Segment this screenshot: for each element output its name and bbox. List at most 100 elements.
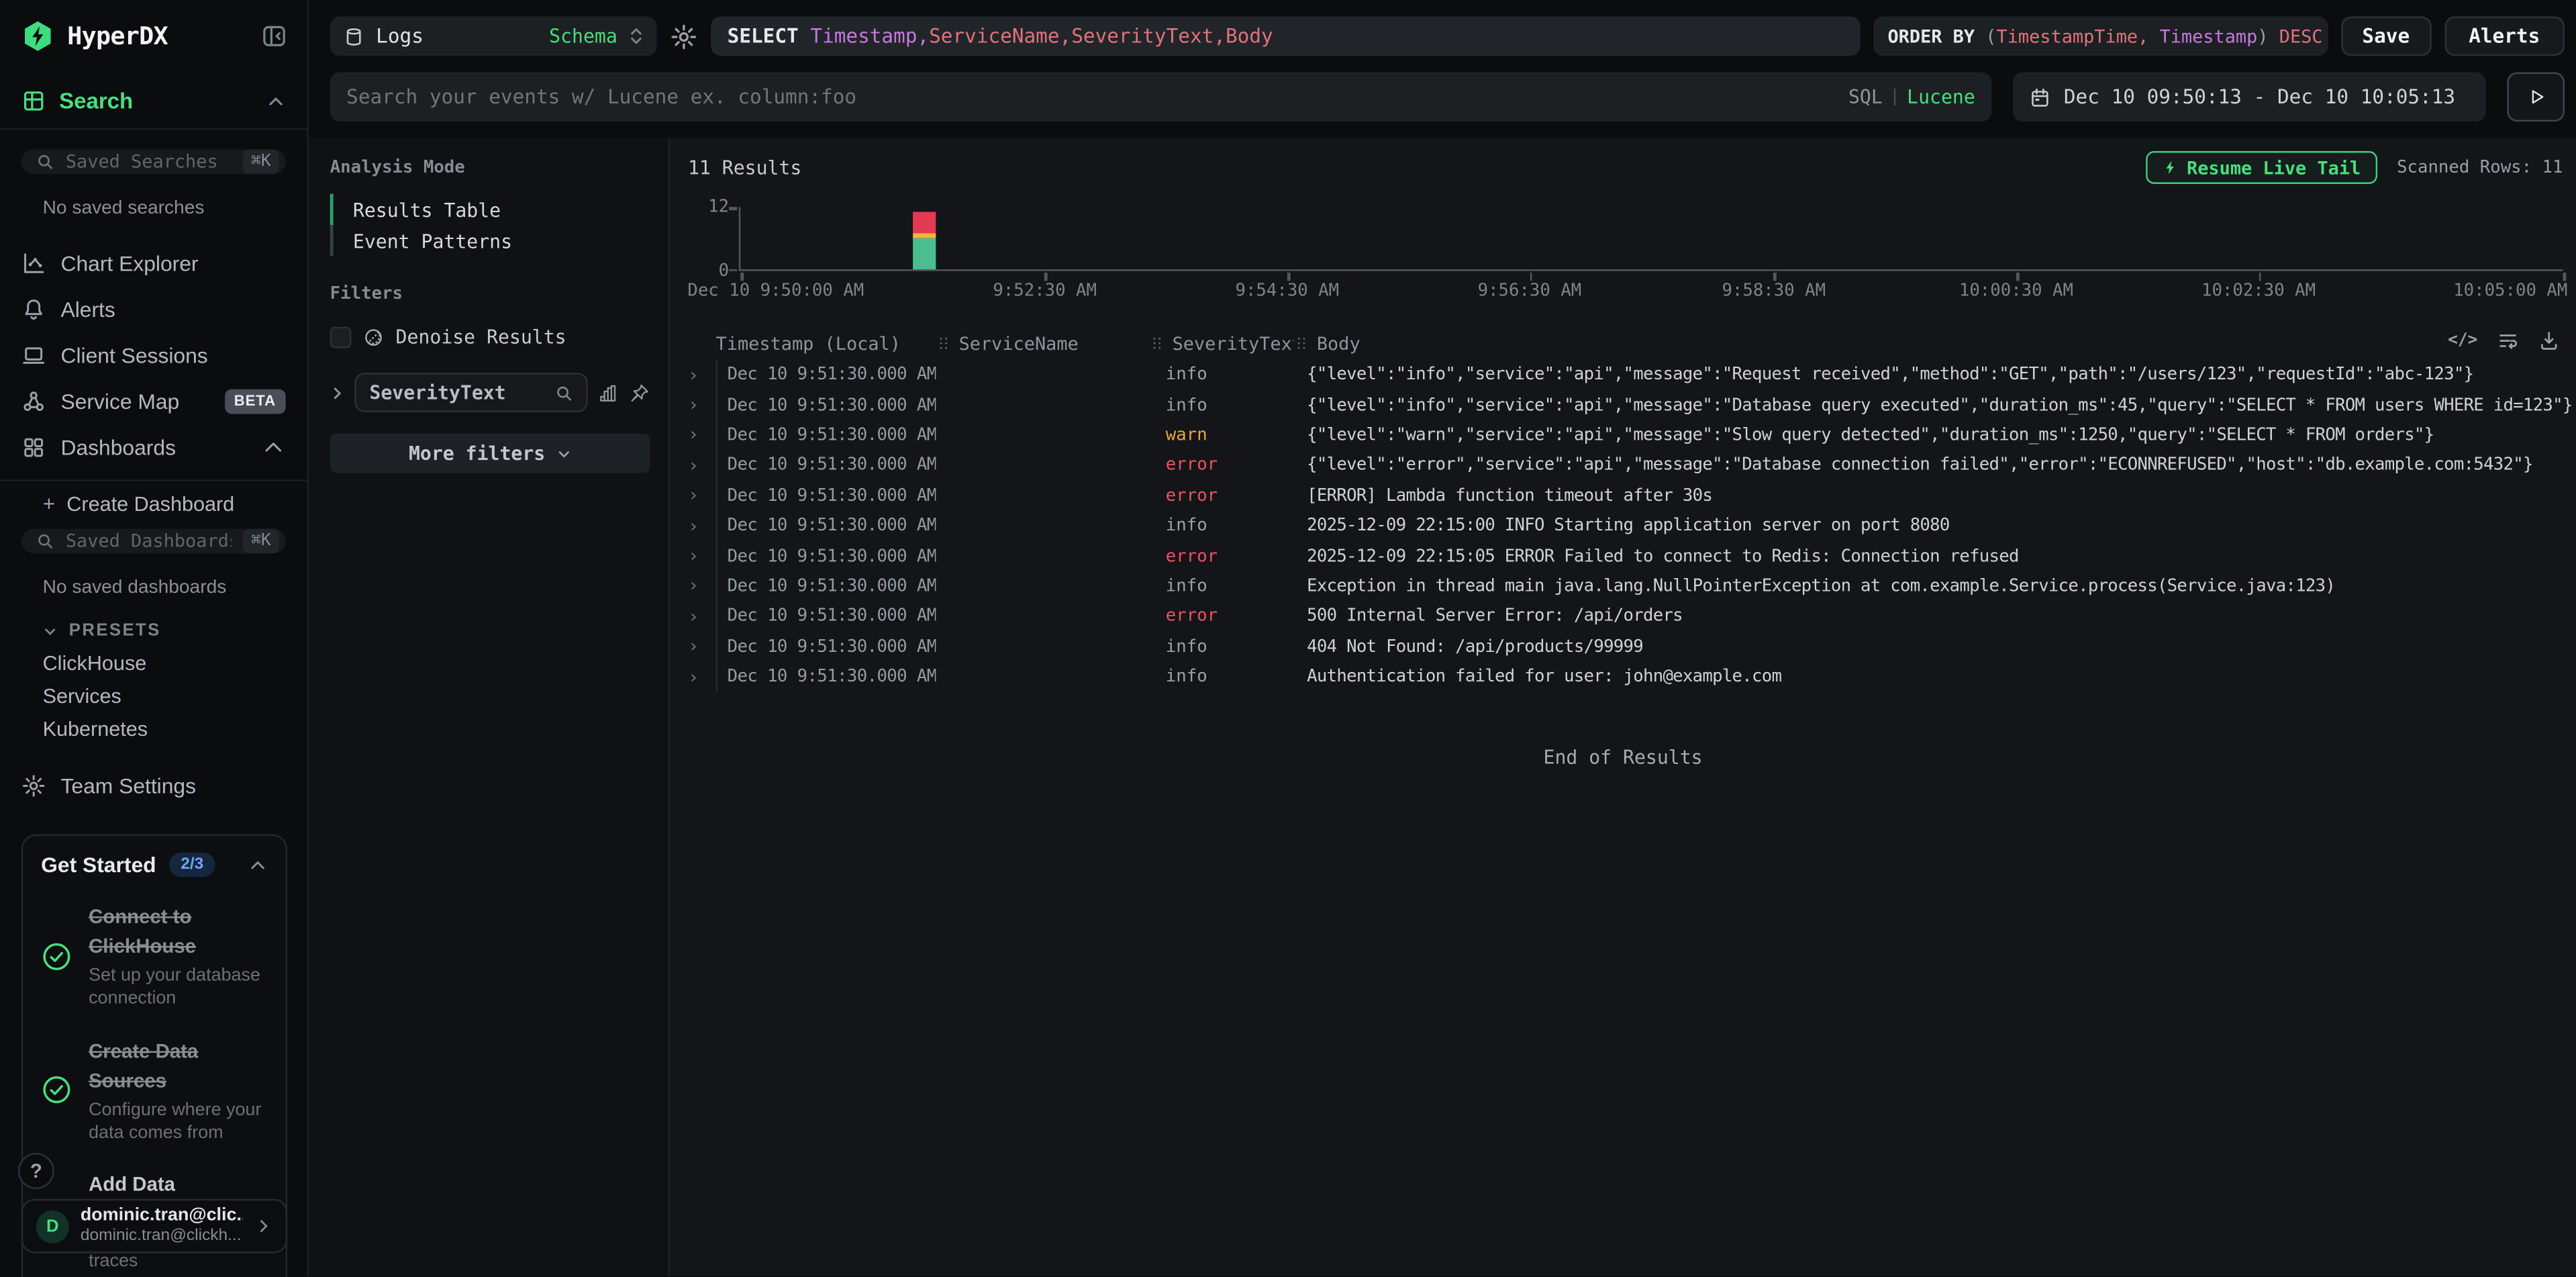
row-expand-chevron[interactable]: › bbox=[670, 485, 715, 506]
column-header-servicename[interactable]: ServiceName bbox=[936, 332, 1149, 354]
chevron-up-icon[interactable] bbox=[248, 855, 267, 874]
topbar: Logs Schema SELECT Timestamp,ServiceName… bbox=[309, 0, 2576, 138]
saved-dashboards-placeholder: Saved Dashboards bbox=[66, 530, 232, 552]
download-icon[interactable] bbox=[2538, 330, 2560, 352]
cell-body: {"level":"warn","service":"api","message… bbox=[1294, 425, 2576, 444]
chevron-right-icon[interactable] bbox=[330, 385, 345, 400]
event-search-input[interactable]: Search your events w/ Lucene ex. column:… bbox=[330, 73, 1992, 122]
cell-timestamp: Dec 10 9:51:30.000 AM bbox=[716, 571, 936, 602]
sidebar-item-client-sessions[interactable]: Client Sessions bbox=[0, 332, 307, 377]
filter-group-severitytext: SeverityText bbox=[330, 373, 650, 412]
table-row[interactable]: ›Dec 10 9:51:30.000 AMwarn{"level":"warn… bbox=[670, 420, 2576, 451]
code-view-icon[interactable]: </> bbox=[2448, 332, 2477, 350]
row-expand-chevron[interactable]: › bbox=[670, 545, 715, 567]
denoise-label: Denoise Results bbox=[396, 325, 566, 348]
preset-item-kubernetes[interactable]: Kubernetes bbox=[0, 713, 307, 746]
chart-explorer-icon bbox=[21, 250, 46, 275]
results-count: 11 Results bbox=[688, 156, 801, 179]
sidebar-item-team-settings[interactable]: Team Settings bbox=[0, 773, 307, 798]
table-row[interactable]: ›Dec 10 9:51:30.000 AMerror{"level":"err… bbox=[670, 451, 2576, 481]
table-row[interactable]: ›Dec 10 9:51:30.000 AMinfo404 Not Found:… bbox=[670, 632, 2576, 662]
row-expand-chevron[interactable]: › bbox=[670, 394, 715, 416]
pin-icon[interactable] bbox=[629, 382, 650, 404]
search-table-icon bbox=[21, 89, 46, 113]
x-axis-tick bbox=[2259, 272, 2261, 280]
run-query-button[interactable] bbox=[2507, 73, 2565, 122]
sidebar-item-alerts[interactable]: Alerts bbox=[0, 286, 307, 332]
table-row[interactable]: ›Dec 10 9:51:30.000 AMinfoException in t… bbox=[670, 571, 2576, 602]
table-row[interactable]: ›Dec 10 9:51:30.000 AMerror2025-12-09 22… bbox=[670, 541, 2576, 571]
sidebar-item-dashboards[interactable]: Dashboards bbox=[0, 424, 307, 469]
select-columns-input[interactable]: SELECT Timestamp,ServiceName,SeverityTex… bbox=[711, 16, 1860, 56]
preset-item-clickhouse[interactable]: ClickHouse bbox=[0, 647, 307, 680]
get-started-step[interactable]: Connect to ClickHouseSet up your databas… bbox=[41, 902, 268, 1011]
cell-severity: error bbox=[1149, 546, 1293, 565]
filter-group-search[interactable]: SeverityText bbox=[354, 373, 587, 412]
sidebar-search-label: Search bbox=[59, 89, 133, 113]
more-filters-label: More filters bbox=[409, 442, 545, 465]
lang-toggle-lucene[interactable]: Lucene bbox=[1907, 85, 1975, 108]
bar-segment-error bbox=[913, 212, 936, 233]
sidebar-collapse-icon[interactable] bbox=[261, 23, 287, 49]
histogram-bar[interactable] bbox=[913, 212, 936, 269]
alerts-button[interactable]: Alerts bbox=[2444, 16, 2565, 56]
saved-searches-placeholder: Saved Searches bbox=[66, 151, 232, 173]
table-row[interactable]: ›Dec 10 9:51:30.000 AMinfo2025-12-09 22:… bbox=[670, 511, 2576, 541]
save-button[interactable]: Save bbox=[2341, 16, 2431, 56]
resume-live-tail-label: Resume Live Tail bbox=[2187, 157, 2361, 179]
wrap-lines-icon[interactable] bbox=[2497, 330, 2519, 352]
x-axis-tick bbox=[2563, 272, 2566, 280]
analysis-mode-event-patterns[interactable]: Event Patterns bbox=[330, 225, 650, 256]
get-started-step[interactable]: Create Data SourcesConfigure where your … bbox=[41, 1036, 268, 1145]
time-range-picker[interactable]: Dec 10 09:50:13 - Dec 10 10:05:13 bbox=[2013, 73, 2486, 122]
create-dashboard-label: Create Dashboard bbox=[66, 492, 234, 515]
row-expand-chevron[interactable]: › bbox=[670, 666, 715, 688]
table-row[interactable]: ›Dec 10 9:51:30.000 AMinfo{"level":"info… bbox=[670, 390, 2576, 420]
sidebar-item-service-map[interactable]: Service MapBETA bbox=[0, 378, 307, 424]
table-row[interactable]: ›Dec 10 9:51:30.000 AMinfo{"level":"info… bbox=[670, 360, 2576, 390]
order-by-input[interactable]: ORDER BY (TimestampTime, Timestamp) DESC bbox=[1873, 16, 2328, 56]
denoise-results-toggle[interactable]: Denoise Results bbox=[330, 325, 650, 348]
more-filters-button[interactable]: More filters bbox=[330, 434, 650, 473]
row-expand-chevron[interactable]: › bbox=[670, 606, 715, 627]
x-axis-tick bbox=[1774, 272, 1777, 280]
row-expand-chevron[interactable]: › bbox=[670, 455, 715, 476]
scanned-rows: Scanned Rows: 11 bbox=[2397, 158, 2563, 177]
histogram-icon[interactable] bbox=[597, 382, 619, 404]
x-axis-label: Dec 10 9:50:00 AM bbox=[687, 281, 864, 300]
table-row[interactable]: ›Dec 10 9:51:30.000 AMinfoAuthentication… bbox=[670, 662, 2576, 692]
denoise-icon bbox=[363, 326, 385, 348]
column-header-body[interactable]: Body bbox=[1294, 332, 2576, 354]
filter-panel: Analysis Mode Results TableEvent Pattern… bbox=[309, 138, 670, 1276]
lang-toggle-sql[interactable]: SQL bbox=[1848, 85, 1883, 108]
saved-dashboards-input[interactable]: Saved Dashboards ⌘K bbox=[21, 529, 286, 554]
x-axis-tick bbox=[2016, 272, 2019, 280]
denoise-checkbox[interactable] bbox=[330, 326, 352, 348]
sidebar-item-chart-explorer[interactable]: Chart Explorer bbox=[0, 240, 307, 285]
user-menu[interactable]: D dominic.tran@clic... dominic.tran@clic… bbox=[21, 1199, 287, 1254]
chevron-up-icon[interactable] bbox=[266, 91, 285, 111]
step-title: Add Data bbox=[89, 1173, 175, 1196]
x-axis-label: 10:05:00 AM bbox=[2453, 281, 2567, 300]
table-row[interactable]: ›Dec 10 9:51:30.000 AMerror500 Internal … bbox=[670, 602, 2576, 632]
create-dashboard-button[interactable]: + Create Dashboard bbox=[0, 491, 307, 516]
plot-area[interactable]: Dec 10 9:50:00 AM9:52:30 AM9:54:30 AM9:5… bbox=[739, 207, 2563, 271]
row-expand-chevron[interactable]: › bbox=[670, 575, 715, 597]
table-row[interactable]: ›Dec 10 9:51:30.000 AMerror[ERROR] Lambd… bbox=[670, 481, 2576, 511]
source-settings-gear-icon[interactable] bbox=[670, 22, 698, 50]
column-header-severitytext[interactable]: SeverityText bbox=[1149, 332, 1293, 354]
row-expand-chevron[interactable]: › bbox=[670, 515, 715, 536]
resume-live-tail-button[interactable]: Resume Live Tail bbox=[2146, 151, 2377, 184]
preset-item-services[interactable]: Services bbox=[0, 680, 307, 713]
row-expand-chevron[interactable]: › bbox=[670, 636, 715, 657]
saved-searches-input[interactable]: Saved Searches ⌘K bbox=[21, 150, 286, 175]
row-expand-chevron[interactable]: › bbox=[670, 364, 715, 385]
column-header-timestamp-local-[interactable]: Timestamp (Local) bbox=[716, 332, 936, 354]
row-expand-chevron[interactable]: › bbox=[670, 424, 715, 446]
source-select[interactable]: Logs Schema bbox=[330, 16, 657, 56]
sidebar-item-search[interactable]: Search bbox=[0, 89, 307, 113]
table-header-row: Timestamp (Local)ServiceNameSeverityText… bbox=[670, 327, 2576, 360]
presets-toggle[interactable]: PRESETS bbox=[43, 621, 307, 641]
analysis-mode-results-table[interactable]: Results Table bbox=[330, 194, 650, 225]
help-button[interactable]: ? bbox=[18, 1153, 54, 1189]
